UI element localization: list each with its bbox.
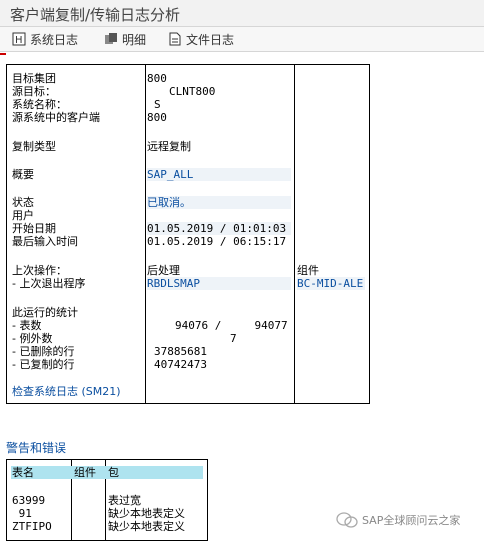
details-label: 明细: [122, 32, 147, 47]
source-target-value: CLNT800: [169, 85, 216, 98]
copied-value: 40742473: [154, 358, 207, 371]
watermark: SAP全球顾问云之家: [336, 511, 460, 529]
profile-label: 概要: [12, 168, 34, 181]
source-target-label: 源目标：: [12, 85, 56, 98]
row-1-package: 表过宽: [108, 494, 141, 507]
copied-label: - 已复制的行: [12, 358, 75, 371]
last-entry-value: 01.05.2019 / 06:15:17: [147, 235, 287, 248]
details-icon: [105, 33, 117, 44]
marker: [0, 53, 6, 55]
copy-type-value: 远程复制: [147, 140, 191, 153]
system-name-label: 系统名称：: [12, 98, 67, 111]
file-log-icon: [169, 32, 181, 46]
warnings-title: 警告和错误: [6, 441, 67, 455]
wechat-icon: [336, 512, 358, 528]
last-op-value: 后处理: [147, 264, 180, 277]
file-log-button[interactable]: 文件日志: [168, 31, 234, 47]
window-title: 客户端复制/传输日志分析: [10, 6, 181, 24]
column-divider-1: [145, 65, 146, 403]
row-1-table: 63999: [12, 494, 46, 507]
tables-label: - 表数: [12, 319, 42, 332]
component-label: 组件: [297, 264, 319, 277]
exceptions-label: - 例外数: [12, 332, 53, 345]
row-2-table: 91: [12, 507, 32, 520]
header-package: 包: [108, 466, 119, 479]
source-client-value: 800: [147, 111, 167, 124]
profile-value[interactable]: SAP_ALL: [147, 168, 291, 181]
exceptions-value: 7: [230, 332, 237, 345]
source-client-label: 源系统中的客户端: [12, 111, 100, 124]
stats-label: 此运行的统计: [12, 306, 78, 319]
row-2-package: 缺少本地表定义: [108, 507, 185, 520]
last-exit-value[interactable]: RBDLSMAP: [147, 277, 291, 290]
last-op-label: 上次操作：: [12, 264, 67, 277]
system-log-icon: H: [12, 32, 26, 46]
watermark-text: SAP全球顾问云之家: [362, 514, 461, 527]
warnings-table: 表名 组件 包 63999 表过宽 91 缺少本地表定义 ZTFIPO 缺少本地…: [6, 459, 208, 541]
component-value[interactable]: BC-MID-ALE: [297, 277, 365, 290]
syslog-link[interactable]: 检查系统日志 (SM21): [12, 385, 121, 398]
details-button[interactable]: 明细: [104, 31, 146, 47]
start-date-label: 开始日期: [12, 222, 56, 235]
last-entry-label: 最后输入时间: [12, 235, 78, 248]
user-label: 用户: [12, 209, 34, 222]
copy-type-label: 复制类型: [12, 140, 56, 153]
status-value: 已取消。: [147, 196, 291, 209]
deleted-value: 37885681: [154, 345, 207, 358]
svg-text:H: H: [15, 35, 23, 46]
table-header: [11, 466, 203, 479]
header-component: 组件: [74, 466, 96, 479]
column-divider-2: [294, 65, 295, 403]
row-3-package: 缺少本地表定义: [108, 520, 185, 533]
header-table-name: 表名: [12, 466, 34, 479]
target-client-value: 800: [147, 72, 167, 85]
tables-value: 94076 / 94077: [175, 319, 288, 332]
deleted-label: - 已删除的行: [12, 345, 75, 358]
title-bar: 客户端复制/传输日志分析: [0, 0, 484, 27]
target-client-label: 目标集团: [12, 72, 56, 85]
log-info-box: 目标集团 800 源目标： CLNT800 系统名称： S 源系统中的客户端 8…: [6, 64, 370, 404]
toolbar: H 系统日志 明细 文件日志: [0, 27, 484, 52]
status-label: 状态: [12, 196, 34, 209]
file-log-label: 文件日志: [186, 32, 235, 47]
system-log-label: 系统日志: [30, 32, 79, 47]
start-date-value: 01.05.2019 / 01:01:03: [147, 222, 291, 235]
system-name-value: S: [154, 98, 161, 111]
system-log-button[interactable]: H 系统日志: [12, 31, 78, 47]
last-exit-label: - 上次退出程序: [12, 277, 86, 290]
row-3-table: ZTFIPO: [12, 520, 52, 533]
